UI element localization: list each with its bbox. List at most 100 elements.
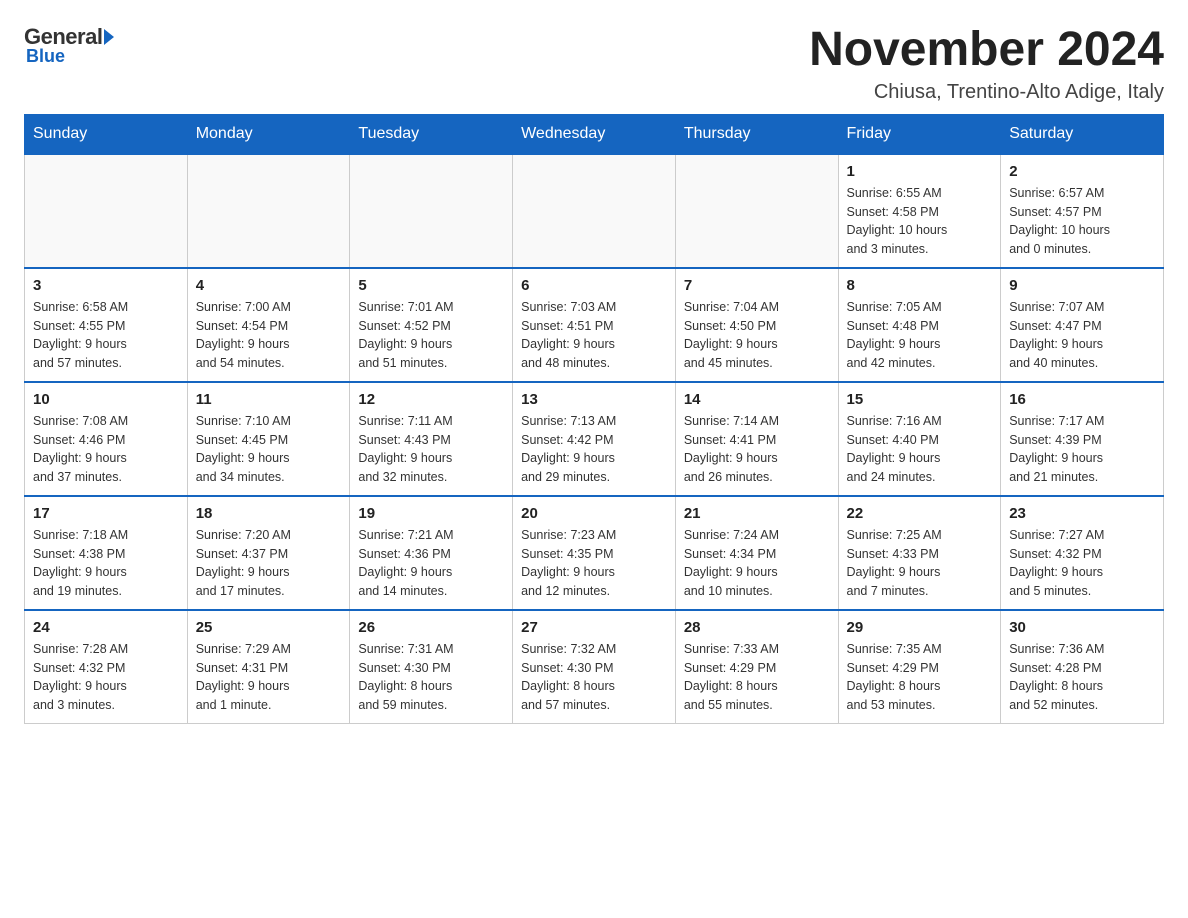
calendar-cell: 11 Sunrise: 7:10 AM Sunset: 4:45 PM Dayli…: [187, 382, 350, 496]
day-number: 26: [358, 619, 504, 636]
day-number: 22: [847, 505, 993, 522]
day-number: 14: [684, 391, 830, 408]
day-info: Sunrise: 7:07 AM Sunset: 4:47 PM Dayligh…: [1009, 298, 1155, 373]
day-info: Sunrise: 7:01 AM Sunset: 4:52 PM Dayligh…: [358, 298, 504, 373]
calendar-cell: 15Sunrise: 7:16 AM Sunset: 4:40 PM Dayli…: [838, 382, 1001, 496]
day-info: Sunrise: 7:32 AM Sunset: 4:30 PM Dayligh…: [521, 640, 667, 715]
day-info: Sunrise: 7:36 AM Sunset: 4:28 PM Dayligh…: [1009, 640, 1155, 715]
day-info: Sunrise: 7:25 AM Sunset: 4:33 PM Dayligh…: [847, 526, 993, 601]
calendar-cell: 25 Sunrise: 7:29 AM Sunset: 4:31 PM Dayli…: [187, 610, 350, 724]
calendar-cell: 26 Sunrise: 7:31 AM Sunset: 4:30 PM Dayli…: [350, 610, 513, 724]
day-number: 20: [521, 505, 667, 522]
calendar-week-row: 17Sunrise: 7:18 AM Sunset: 4:38 PM Dayli…: [25, 496, 1164, 610]
day-info: Sunrise: 7:28 AM Sunset: 4:32 PM Dayligh…: [33, 640, 179, 715]
calendar-cell: [187, 154, 350, 268]
calendar-cell: 13 Sunrise: 7:13 AM Sunset: 4:42 PM Dayli…: [513, 382, 676, 496]
page-header: General Blue November 2024 Chiusa, Trent…: [24, 24, 1164, 104]
calendar-cell: 27 Sunrise: 7:32 AM Sunset: 4:30 PM Dayli…: [513, 610, 676, 724]
calendar-cell: 4 Sunrise: 7:00 AM Sunset: 4:54 PM Daylig…: [187, 268, 350, 382]
calendar-cell: 5 Sunrise: 7:01 AM Sunset: 4:52 PM Daylig…: [350, 268, 513, 382]
calendar-col-header-friday: Friday: [838, 114, 1001, 154]
calendar-col-header-monday: Monday: [187, 114, 350, 154]
calendar-cell: 16 Sunrise: 7:17 AM Sunset: 4:39 PM Dayli…: [1001, 382, 1164, 496]
calendar-cell: [675, 154, 838, 268]
calendar-cell: 7 Sunrise: 7:04 AM Sunset: 4:50 PM Daylig…: [675, 268, 838, 382]
calendar-cell: 9 Sunrise: 7:07 AM Sunset: 4:47 PM Daylig…: [1001, 268, 1164, 382]
calendar-cell: 30 Sunrise: 7:36 AM Sunset: 4:28 PM Dayli…: [1001, 610, 1164, 724]
day-info: Sunrise: 7:31 AM Sunset: 4:30 PM Dayligh…: [358, 640, 504, 715]
day-number: 15: [847, 391, 993, 408]
calendar-cell: 28 Sunrise: 7:33 AM Sunset: 4:29 PM Dayli…: [675, 610, 838, 724]
calendar-week-row: 3 Sunrise: 6:58 AM Sunset: 4:55 PM Daylig…: [25, 268, 1164, 382]
calendar-cell: 22 Sunrise: 7:25 AM Sunset: 4:33 PM Dayli…: [838, 496, 1001, 610]
day-info: Sunrise: 7:04 AM Sunset: 4:50 PM Dayligh…: [684, 298, 830, 373]
day-info: Sunrise: 7:23 AM Sunset: 4:35 PM Dayligh…: [521, 526, 667, 601]
day-info: Sunrise: 6:57 AM Sunset: 4:57 PM Dayligh…: [1009, 184, 1155, 259]
day-number: 4: [196, 277, 342, 294]
calendar-cell: 14Sunrise: 7:14 AM Sunset: 4:41 PM Dayli…: [675, 382, 838, 496]
day-info: Sunrise: 7:11 AM Sunset: 4:43 PM Dayligh…: [358, 412, 504, 487]
calendar-cell: [25, 154, 188, 268]
day-info: Sunrise: 7:29 AM Sunset: 4:31 PM Dayligh…: [196, 640, 342, 715]
day-number: 24: [33, 619, 179, 636]
day-number: 13: [521, 391, 667, 408]
calendar-cell: 29Sunrise: 7:35 AM Sunset: 4:29 PM Dayli…: [838, 610, 1001, 724]
calendar-cell: 8Sunrise: 7:05 AM Sunset: 4:48 PM Daylig…: [838, 268, 1001, 382]
calendar-cell: 17Sunrise: 7:18 AM Sunset: 4:38 PM Dayli…: [25, 496, 188, 610]
day-number: 21: [684, 505, 830, 522]
day-info: Sunrise: 7:24 AM Sunset: 4:34 PM Dayligh…: [684, 526, 830, 601]
day-number: 27: [521, 619, 667, 636]
calendar-cell: 10 Sunrise: 7:08 AM Sunset: 4:46 PM Dayli…: [25, 382, 188, 496]
calendar-cell: 12 Sunrise: 7:11 AM Sunset: 4:43 PM Dayli…: [350, 382, 513, 496]
day-number: 3: [33, 277, 179, 294]
day-number: 5: [358, 277, 504, 294]
calendar-cell: 18 Sunrise: 7:20 AM Sunset: 4:37 PM Dayli…: [187, 496, 350, 610]
day-info: Sunrise: 6:55 AM Sunset: 4:58 PM Dayligh…: [847, 184, 993, 259]
day-number: 28: [684, 619, 830, 636]
day-info: Sunrise: 7:33 AM Sunset: 4:29 PM Dayligh…: [684, 640, 830, 715]
day-info: Sunrise: 7:10 AM Sunset: 4:45 PM Dayligh…: [196, 412, 342, 487]
calendar-week-row: 1 Sunrise: 6:55 AM Sunset: 4:58 PM Daylig…: [25, 154, 1164, 268]
logo-blue-text: Blue: [26, 46, 65, 67]
day-number: 12: [358, 391, 504, 408]
calendar-col-header-tuesday: Tuesday: [350, 114, 513, 154]
day-number: 1: [847, 163, 993, 180]
logo-arrow-icon: [104, 29, 114, 45]
title-block: November 2024 Chiusa, Trentino-Alto Adig…: [809, 24, 1164, 104]
day-number: 11: [196, 391, 342, 408]
day-info: Sunrise: 7:35 AM Sunset: 4:29 PM Dayligh…: [847, 640, 993, 715]
day-info: Sunrise: 7:17 AM Sunset: 4:39 PM Dayligh…: [1009, 412, 1155, 487]
day-number: 9: [1009, 277, 1155, 294]
month-title: November 2024: [809, 24, 1164, 77]
day-info: Sunrise: 7:03 AM Sunset: 4:51 PM Dayligh…: [521, 298, 667, 373]
calendar-cell: 1 Sunrise: 6:55 AM Sunset: 4:58 PM Daylig…: [838, 154, 1001, 268]
day-info: Sunrise: 7:00 AM Sunset: 4:54 PM Dayligh…: [196, 298, 342, 373]
calendar-col-header-thursday: Thursday: [675, 114, 838, 154]
day-info: Sunrise: 7:20 AM Sunset: 4:37 PM Dayligh…: [196, 526, 342, 601]
logo[interactable]: General Blue: [24, 24, 116, 67]
day-info: Sunrise: 7:08 AM Sunset: 4:46 PM Dayligh…: [33, 412, 179, 487]
day-info: Sunrise: 7:13 AM Sunset: 4:42 PM Dayligh…: [521, 412, 667, 487]
day-number: 25: [196, 619, 342, 636]
calendar-col-header-sunday: Sunday: [25, 114, 188, 154]
day-number: 30: [1009, 619, 1155, 636]
day-number: 6: [521, 277, 667, 294]
day-number: 2: [1009, 163, 1155, 180]
day-number: 7: [684, 277, 830, 294]
day-number: 10: [33, 391, 179, 408]
calendar-week-row: 24 Sunrise: 7:28 AM Sunset: 4:32 PM Dayli…: [25, 610, 1164, 724]
calendar-cell: 3 Sunrise: 6:58 AM Sunset: 4:55 PM Daylig…: [25, 268, 188, 382]
calendar-cell: 21 Sunrise: 7:24 AM Sunset: 4:34 PM Dayli…: [675, 496, 838, 610]
calendar-cell: [350, 154, 513, 268]
day-number: 16: [1009, 391, 1155, 408]
day-info: Sunrise: 7:18 AM Sunset: 4:38 PM Dayligh…: [33, 526, 179, 601]
calendar-cell: 19Sunrise: 7:21 AM Sunset: 4:36 PM Dayli…: [350, 496, 513, 610]
day-info: Sunrise: 7:21 AM Sunset: 4:36 PM Dayligh…: [358, 526, 504, 601]
calendar-table: SundayMondayTuesdayWednesdayThursdayFrid…: [24, 114, 1164, 724]
day-number: 8: [847, 277, 993, 294]
day-number: 18: [196, 505, 342, 522]
calendar-cell: 6 Sunrise: 7:03 AM Sunset: 4:51 PM Daylig…: [513, 268, 676, 382]
day-info: Sunrise: 6:58 AM Sunset: 4:55 PM Dayligh…: [33, 298, 179, 373]
location-title: Chiusa, Trentino-Alto Adige, Italy: [809, 81, 1164, 104]
calendar-cell: 2 Sunrise: 6:57 AM Sunset: 4:57 PM Daylig…: [1001, 154, 1164, 268]
